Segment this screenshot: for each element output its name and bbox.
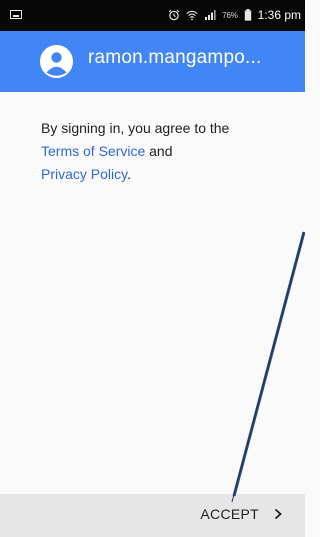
status-icons: 76% 1:36 pm [168,8,301,22]
battery-icon [244,9,251,21]
status-time: 1:36 pm [257,8,301,22]
wifi-icon [186,10,198,21]
accept-button[interactable]: ACCEPT [200,506,283,522]
status-bar: 76% 1:36 pm [0,0,305,31]
account-circle-icon [40,45,73,78]
consent-text: By signing in, you agree to the Terms of… [41,117,286,186]
terms-of-service-link[interactable]: Terms of Service [41,143,145,159]
account-header: ramon.mangampo... [0,31,305,92]
privacy-policy-link[interactable]: Privacy Policy [41,166,127,182]
consent-text-prefix: By signing in, you agree to the [41,120,230,136]
alarm-icon [169,9,180,21]
avatar [40,45,73,78]
account-name: ramon.mangampo... [88,47,262,68]
signal-icon [205,10,216,20]
accept-label: ACCEPT [200,506,259,522]
screenshot-icon [10,10,22,19]
consent-text-suffix: . [127,166,131,182]
consent-text-joiner: and [149,143,173,159]
battery-percent: 76% [222,10,238,20]
chevron-right-icon [274,508,282,520]
bottom-action-bar: ACCEPT [0,494,305,537]
